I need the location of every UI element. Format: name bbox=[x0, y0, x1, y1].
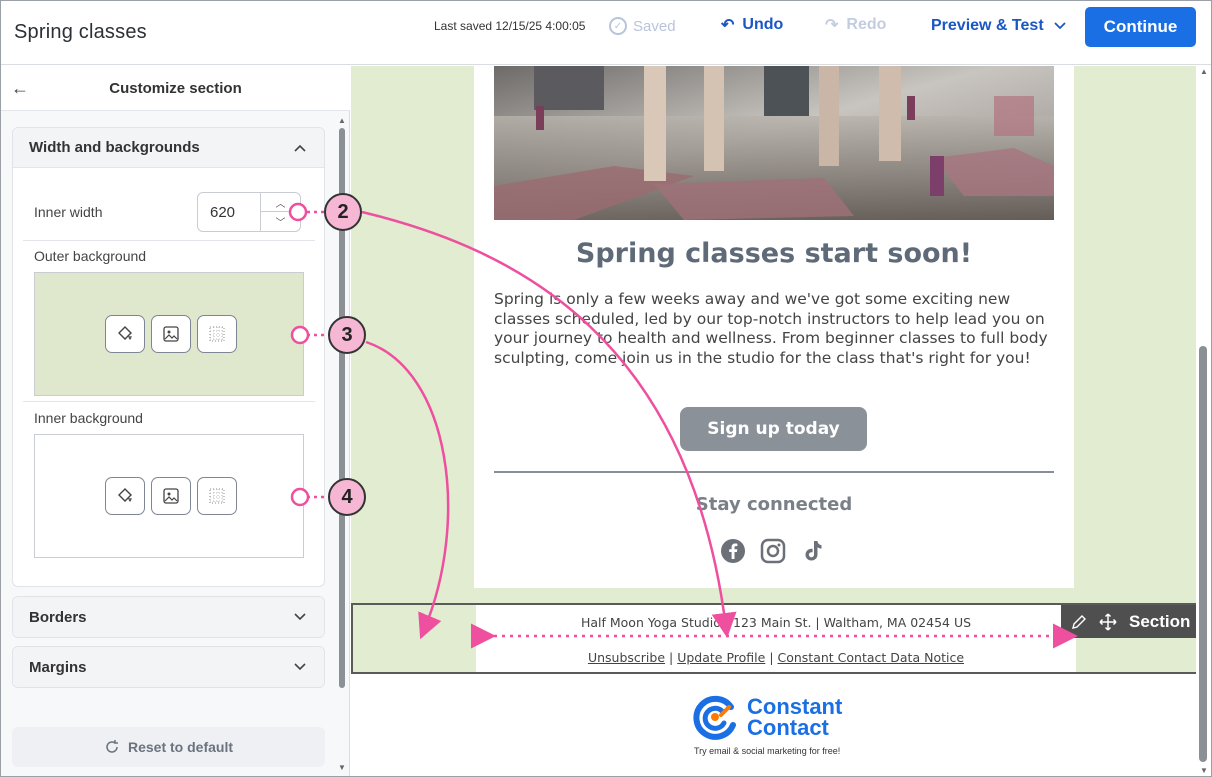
scroll-up-icon[interactable]: ▲ bbox=[338, 116, 346, 125]
data-notice-link[interactable]: Constant Contact Data Notice bbox=[778, 650, 965, 665]
constant-contact-logo[interactable]: Constant Contact bbox=[691, 693, 842, 741]
unsubscribe-link[interactable]: Unsubscribe bbox=[588, 650, 665, 665]
fill-color-button[interactable] bbox=[105, 315, 145, 353]
update-profile-link[interactable]: Update Profile bbox=[677, 650, 765, 665]
reset-to-default-button[interactable]: Reset to default bbox=[12, 727, 325, 767]
paint-bucket-icon bbox=[118, 326, 132, 340]
outer-background-box bbox=[34, 272, 304, 396]
last-saved-status: Last saved 12/15/25 4:00:05 bbox=[434, 19, 586, 33]
divider bbox=[23, 240, 315, 241]
logo-line1: Constant bbox=[747, 694, 843, 719]
transparent-button[interactable] bbox=[197, 477, 237, 515]
scroll-down-icon[interactable]: ▼ bbox=[338, 763, 346, 772]
footer-section[interactable]: Half Moon Yoga Studio | 123 Main St. | W… bbox=[351, 603, 1196, 674]
document-title[interactable]: Spring classes bbox=[14, 21, 147, 44]
borders-card[interactable]: Borders bbox=[12, 596, 325, 638]
transparency-grid-icon bbox=[209, 488, 225, 504]
background-image-button[interactable] bbox=[151, 315, 191, 353]
panel-title: Customize section bbox=[109, 80, 242, 97]
logo-tagline[interactable]: Try email & social marketing for free! bbox=[694, 746, 840, 756]
move-icon[interactable] bbox=[1099, 612, 1117, 631]
refresh-icon bbox=[106, 740, 118, 753]
undo-button[interactable]: ↶ Undo bbox=[721, 15, 783, 35]
scroll-down-icon[interactable]: ▼ bbox=[1200, 766, 1208, 775]
paint-bucket-icon bbox=[118, 488, 132, 502]
chevron-down-icon bbox=[294, 663, 306, 671]
redo-icon: ↷ bbox=[825, 17, 839, 34]
customize-panel: ← Customize section Width and background… bbox=[1, 66, 350, 776]
panel-header: ← Customize section bbox=[1, 66, 350, 111]
yoga-class-photo[interactable] bbox=[494, 66, 1054, 220]
outer-background-label: Outer background bbox=[34, 248, 147, 264]
callout-3: 3 bbox=[328, 316, 366, 354]
background-image-button[interactable] bbox=[151, 477, 191, 515]
callout-2: 2 bbox=[324, 193, 362, 231]
social-links bbox=[720, 538, 826, 564]
increment-icon[interactable]: ︿ bbox=[261, 193, 300, 212]
footer-links: Unsubscribe | Update Profile | Constant … bbox=[587, 650, 965, 665]
canvas-scrollbar[interactable] bbox=[1199, 346, 1207, 762]
redo-button[interactable]: ↷ Redo bbox=[825, 15, 886, 35]
sign-up-button[interactable]: Sign up today bbox=[680, 407, 867, 451]
margins-header[interactable]: Margins bbox=[13, 647, 324, 687]
reset-label: Reset to default bbox=[127, 739, 233, 755]
fill-color-button[interactable] bbox=[105, 477, 145, 515]
tiktok-icon[interactable] bbox=[800, 538, 826, 564]
footer-inner: Half Moon Yoga Studio | 123 Main St. | W… bbox=[476, 605, 1076, 672]
image-icon bbox=[163, 488, 179, 504]
email-body-text[interactable]: Spring is only a few weeks away and we'v… bbox=[494, 290, 1054, 368]
margins-card[interactable]: Margins bbox=[12, 646, 325, 688]
inner-content: Spring classes start soon! Spring is onl… bbox=[474, 66, 1074, 588]
transparency-grid-icon bbox=[209, 326, 225, 342]
facebook-icon[interactable] bbox=[720, 538, 746, 564]
decrement-icon[interactable]: ﹀ bbox=[261, 212, 300, 231]
saved-label: Saved bbox=[633, 17, 676, 35]
chevron-up-icon bbox=[294, 144, 306, 152]
scroll-up-icon[interactable]: ▲ bbox=[1200, 67, 1208, 76]
stay-connected-heading[interactable]: Stay connected bbox=[474, 494, 1074, 515]
preview-test-button[interactable]: Preview & Test bbox=[931, 17, 1066, 35]
transparent-button[interactable] bbox=[197, 315, 237, 353]
image-icon bbox=[163, 326, 179, 342]
top-bar: Spring classes Last saved 12/15/25 4:00:… bbox=[1, 1, 1211, 65]
margins-label: Margins bbox=[29, 658, 87, 676]
divider bbox=[23, 401, 315, 402]
section-toolbar: Section bbox=[1061, 605, 1196, 638]
inner-width-value[interactable]: 620 bbox=[210, 204, 235, 221]
preview-label: Preview & Test bbox=[931, 17, 1044, 34]
borders-label: Borders bbox=[29, 608, 87, 626]
inner-width-stepper[interactable]: ︿ ﹀ bbox=[260, 193, 300, 231]
width-backgrounds-card: Width and backgrounds Inner width 620 ︿ … bbox=[12, 127, 325, 587]
pencil-icon[interactable] bbox=[1071, 614, 1087, 630]
constant-contact-logo-icon bbox=[693, 695, 736, 740]
saved-indicator: ✓ Saved bbox=[609, 17, 676, 35]
chevron-down-icon bbox=[1054, 22, 1066, 30]
callout-4: 4 bbox=[328, 478, 366, 516]
inner-width-label: Inner width bbox=[34, 204, 103, 220]
email-canvas: Spring classes start soon! Spring is onl… bbox=[351, 66, 1196, 776]
continue-button[interactable]: Continue bbox=[1085, 7, 1196, 47]
inner-background-label: Inner background bbox=[34, 410, 143, 426]
width-backgrounds-label: Width and backgrounds bbox=[29, 139, 200, 156]
width-backgrounds-header[interactable]: Width and backgrounds bbox=[13, 128, 324, 168]
section-tag-label: Section bbox=[1129, 611, 1191, 631]
divider-line bbox=[494, 471, 1054, 473]
inner-width-input[interactable]: 620 ︿ ﹀ bbox=[197, 192, 301, 232]
redo-label: Redo bbox=[846, 16, 887, 33]
check-circle-icon: ✓ bbox=[609, 17, 627, 35]
logo-wordmark: Constant Contact bbox=[747, 694, 843, 740]
email-heading[interactable]: Spring classes start soon! bbox=[474, 238, 1074, 269]
undo-icon: ↶ bbox=[721, 17, 735, 34]
chevron-down-icon bbox=[294, 613, 306, 621]
logo-line2: Contact bbox=[747, 715, 829, 740]
instagram-icon[interactable] bbox=[760, 538, 786, 564]
borders-header[interactable]: Borders bbox=[13, 597, 324, 637]
undo-label: Undo bbox=[742, 16, 784, 33]
footer-address: Half Moon Yoga Studio | 123 Main St. | W… bbox=[580, 615, 972, 630]
inner-background-box bbox=[34, 434, 304, 558]
